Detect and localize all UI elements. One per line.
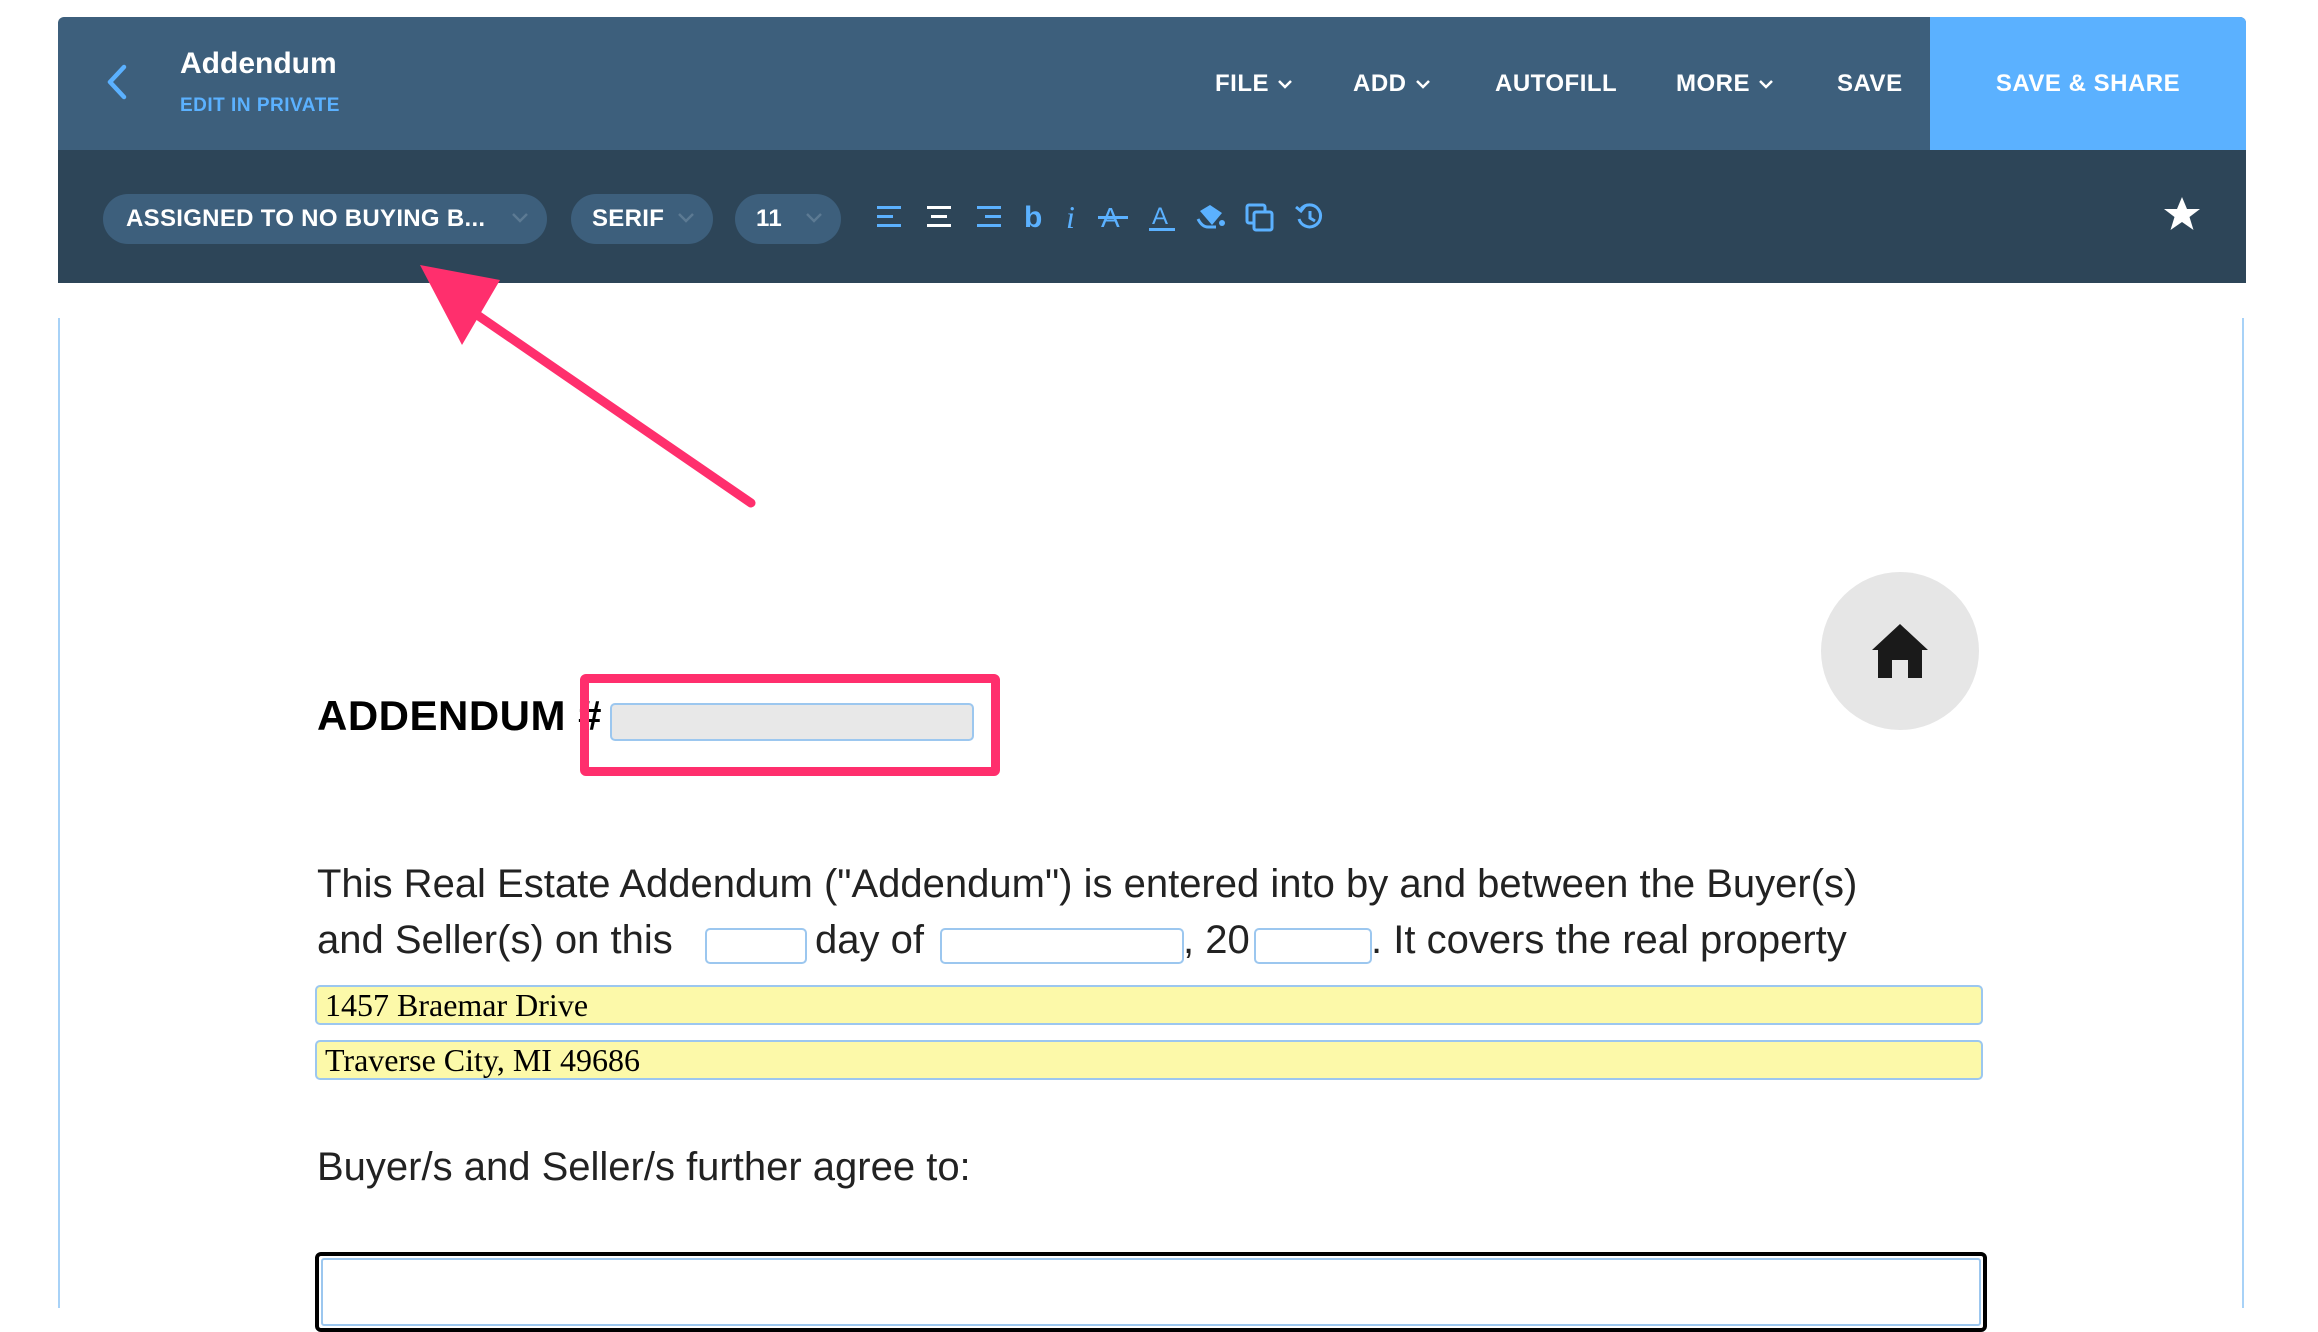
underline-icon[interactable]: A [1145, 198, 1179, 236]
add-menu-label: ADD [1353, 70, 1407, 97]
agreement-terms-inner [321, 1258, 1981, 1326]
chevron-down-icon [1415, 80, 1430, 89]
more-menu[interactable]: MORE [1676, 69, 1774, 99]
chevron-left-icon [107, 64, 127, 100]
paragraph-line-2-part-c: , 20 [1183, 918, 1250, 962]
star-icon[interactable] [2162, 194, 2202, 234]
agreement-terms-field[interactable] [315, 1252, 1987, 1332]
paragraph-line-2-part-d: . It covers the real property [1371, 918, 1847, 962]
document-title: Addendum [180, 47, 337, 80]
strikethrough-icon[interactable]: A [1096, 198, 1130, 236]
address-line-1-field[interactable]: 1457 Braemar Drive [315, 985, 1983, 1025]
home-button[interactable] [1821, 572, 1979, 730]
italic-icon[interactable]: i [1056, 198, 1090, 236]
chevron-down-icon [512, 213, 528, 223]
save-and-share-button[interactable]: SAVE & SHARE [1930, 17, 2246, 150]
day-field[interactable] [705, 928, 807, 964]
svg-text:i: i [1066, 201, 1075, 233]
fill-icon[interactable] [1194, 198, 1228, 236]
year-field[interactable] [1254, 928, 1372, 964]
chevron-down-icon [806, 213, 822, 223]
save-button[interactable]: SAVE [1837, 69, 1903, 99]
agree-label: Buyer/s and Seller/s further agree to: [317, 1145, 971, 1189]
align-left-icon[interactable] [873, 198, 907, 236]
addendum-number-field[interactable] [610, 703, 974, 741]
font-size-select[interactable]: 11 [735, 194, 841, 244]
file-menu[interactable]: FILE [1215, 69, 1293, 99]
file-menu-label: FILE [1215, 70, 1269, 97]
paragraph-line-2-part-b: day of [815, 918, 924, 962]
format-toolbar: ASSIGNED TO NO BUYING B... SERIF 11 b i … [58, 150, 2246, 283]
save-label: SAVE [1837, 70, 1903, 97]
addendum-heading: ADDENDUM # [317, 692, 603, 739]
align-right-icon[interactable] [971, 198, 1005, 236]
more-menu-label: MORE [1676, 70, 1750, 97]
svg-text:b: b [1024, 201, 1042, 233]
bold-icon[interactable]: b [1016, 198, 1050, 236]
back-button[interactable] [98, 57, 138, 107]
document-header: Addendum EDIT IN PRIVATE FILE ADD AUTOFI… [58, 17, 2246, 150]
add-menu[interactable]: ADD [1353, 69, 1431, 99]
address-line-1-value: 1457 Braemar Drive [325, 986, 589, 1023]
svg-text:A: A [1152, 203, 1168, 230]
autofill-button[interactable]: AUTOFILL [1495, 69, 1617, 99]
paragraph-line-1: This Real Estate Addendum ("Addendum") i… [317, 862, 1858, 906]
chevron-down-icon [1278, 80, 1292, 89]
assignee-select[interactable]: ASSIGNED TO NO BUYING B... [103, 194, 547, 244]
duplicate-icon[interactable] [1243, 198, 1277, 236]
font-size-value: 11 [756, 205, 782, 232]
edit-in-private-link[interactable]: EDIT IN PRIVATE [180, 95, 340, 117]
autofill-label: AUTOFILL [1495, 70, 1618, 97]
font-family-value: SERIF [592, 205, 665, 232]
home-icon [1872, 624, 1928, 678]
chevron-down-icon [1759, 80, 1773, 89]
save-and-share-label: SAVE & SHARE [1995, 69, 2181, 97]
chevron-down-icon [678, 213, 694, 223]
font-family-select[interactable]: SERIF [571, 194, 713, 244]
paragraph-line-2-part-a: and Seller(s) on this [317, 918, 673, 962]
month-field[interactable] [940, 928, 1184, 964]
assignee-value: ASSIGNED TO NO BUYING B... [126, 205, 486, 232]
align-center-icon[interactable] [922, 198, 956, 236]
address-line-2-field[interactable]: Traverse City, MI 49686 [315, 1040, 1983, 1080]
address-line-2-value: Traverse City, MI 49686 [325, 1041, 640, 1078]
history-icon[interactable] [1293, 198, 1327, 236]
